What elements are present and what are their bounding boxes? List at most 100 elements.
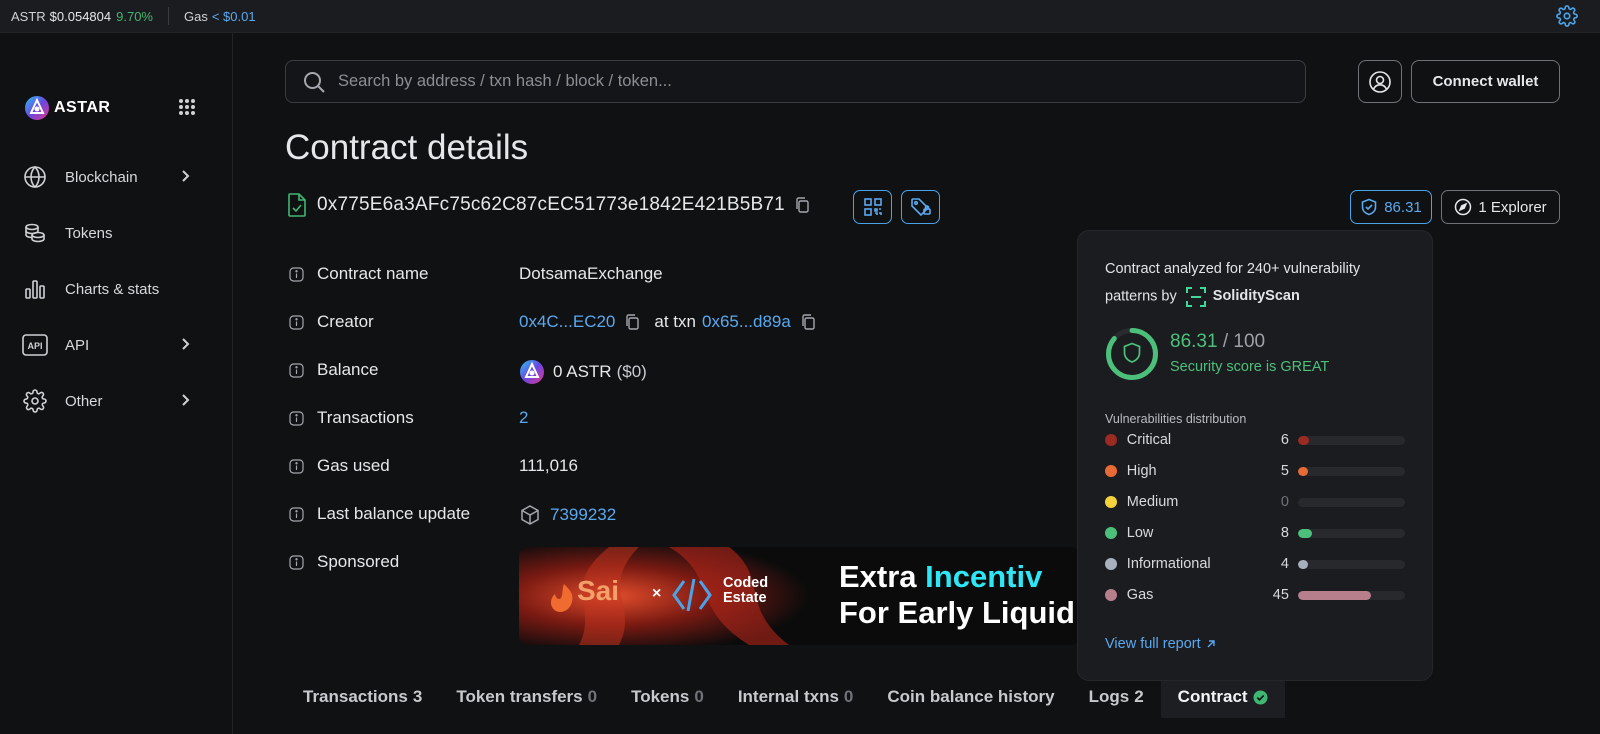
settings-gear-icon[interactable] bbox=[1556, 5, 1578, 27]
security-score-value: 86.31 bbox=[1384, 198, 1422, 216]
banner-brand-left: Sai bbox=[577, 575, 620, 606]
apps-grid-icon[interactable] bbox=[178, 98, 196, 116]
search-bar[interactable] bbox=[285, 60, 1306, 103]
balance-usd: ($0) bbox=[616, 362, 647, 381]
severity-dot bbox=[1105, 527, 1117, 539]
info-icon[interactable] bbox=[289, 266, 304, 282]
tab-tokens[interactable]: Tokens 0 bbox=[614, 676, 721, 718]
tab-contract[interactable]: Contract bbox=[1160, 676, 1285, 718]
sidebar-item-other[interactable]: Other bbox=[22, 381, 197, 421]
severity-bar bbox=[1297, 559, 1405, 569]
severity-bar bbox=[1297, 528, 1405, 538]
tab-count: 2 bbox=[1134, 687, 1144, 706]
info-icon[interactable] bbox=[289, 506, 304, 522]
banner-headline: Extra Incentiv For Early Liquid bbox=[839, 559, 1075, 631]
search-input[interactable] bbox=[338, 72, 1238, 91]
vulnerabilities-title: Vulnerabilities distribution bbox=[1105, 412, 1247, 426]
severity-bar-fill bbox=[1297, 528, 1313, 538]
info-icon[interactable] bbox=[289, 554, 304, 570]
verified-check-icon bbox=[1253, 690, 1268, 704]
price-change: 9.70% bbox=[116, 8, 153, 24]
brand-name: ASTAR bbox=[54, 99, 111, 116]
block-cube-icon bbox=[521, 505, 539, 525]
copy-icon[interactable] bbox=[624, 314, 640, 330]
qr-code-icon bbox=[863, 198, 882, 216]
brand-logo[interactable]: ASTAR bbox=[24, 95, 110, 121]
popup-intro-line2: patterns by bbox=[1105, 288, 1177, 305]
connect-wallet-button[interactable]: Connect wallet bbox=[1411, 60, 1560, 103]
tab-label: Internal txns bbox=[737, 687, 839, 706]
tab-logs[interactable]: Logs 2 bbox=[1072, 676, 1161, 718]
severity-bar-fill bbox=[1297, 466, 1308, 476]
vulnerability-row: Medium 0 bbox=[1105, 492, 1405, 512]
severity-name: Medium bbox=[1126, 494, 1179, 510]
gas-value[interactable]: < $0.01 bbox=[212, 9, 256, 24]
score-ring bbox=[1106, 328, 1158, 380]
detail-row-creator: Creator bbox=[289, 312, 519, 332]
severity-name: Informational bbox=[1126, 556, 1211, 572]
block-number-link[interactable]: 7399232 bbox=[550, 505, 616, 525]
tab-count: 3 bbox=[412, 687, 423, 706]
last-balance-value: 7399232 bbox=[519, 504, 616, 526]
detail-row-gas-used: Gas used bbox=[289, 456, 519, 476]
severity-count: 45 bbox=[1272, 587, 1289, 603]
detail-row-sponsored: Sponsored bbox=[289, 552, 519, 572]
sponsored-banner[interactable]: Sai × Coded Estate Extra Incentiv For Ea… bbox=[519, 547, 1079, 645]
info-icon[interactable] bbox=[289, 314, 304, 330]
severity-count: 0 bbox=[1280, 494, 1289, 510]
chevron-right-icon bbox=[182, 394, 190, 406]
qr-code-button[interactable] bbox=[853, 190, 892, 224]
severity-name: High bbox=[1126, 463, 1157, 479]
private-tag-button[interactable] bbox=[901, 190, 940, 224]
severity-name: Gas bbox=[1126, 587, 1154, 603]
gas-used-value: 111,016 bbox=[519, 456, 578, 475]
tab-coin-balance-history[interactable]: Coin balance history bbox=[870, 676, 1071, 718]
sidebar-item-charts-stats[interactable]: Charts & stats bbox=[22, 269, 197, 309]
profile-button[interactable] bbox=[1358, 60, 1402, 103]
explorer-button[interactable]: 1 Explorer bbox=[1441, 190, 1560, 224]
score-rating-text: Security score is GREAT bbox=[1170, 359, 1330, 375]
copy-icon[interactable] bbox=[800, 314, 816, 330]
tab-token-transfers[interactable]: Token transfers 0 bbox=[439, 676, 614, 718]
tab-label: Transactions bbox=[303, 687, 408, 706]
sidebar-item-label: Tokens bbox=[65, 224, 113, 242]
info-icon[interactable] bbox=[289, 410, 304, 426]
severity-bar bbox=[1297, 435, 1405, 445]
detail-row-contract-name: Contract name bbox=[289, 264, 519, 284]
tab-label: Token transfers bbox=[456, 687, 583, 706]
sidebar-item-blockchain[interactable]: Blockchain bbox=[22, 157, 197, 197]
sidebar-item-label: Blockchain bbox=[65, 168, 138, 186]
info-icon[interactable] bbox=[289, 362, 304, 378]
vulnerability-row: High 5 bbox=[1105, 461, 1405, 481]
tab-count: 0 bbox=[587, 687, 598, 706]
detail-row-transactions: Transactions bbox=[289, 408, 519, 428]
creator-address-link[interactable]: 0x4C...EC20 bbox=[519, 312, 615, 332]
severity-bar bbox=[1297, 497, 1405, 507]
page-title: Contract details bbox=[285, 128, 529, 167]
severity-name: Low bbox=[1126, 525, 1154, 541]
sidebar-item-tokens[interactable]: Tokens bbox=[22, 213, 197, 253]
security-score-button[interactable]: 86.31 bbox=[1350, 190, 1432, 224]
info-icon[interactable] bbox=[289, 458, 304, 474]
sidebar-item-api[interactable]: API API bbox=[22, 325, 197, 365]
tab-transactions[interactable]: Transactions 3 bbox=[286, 676, 439, 718]
detail-label: Gas used bbox=[317, 456, 390, 475]
compass-icon bbox=[1455, 198, 1472, 216]
severity-dot bbox=[1105, 465, 1117, 477]
creator-txn-link[interactable]: 0x65...d89a bbox=[702, 312, 791, 332]
severity-bar-fill bbox=[1297, 590, 1371, 600]
token-price: $0.054804 bbox=[49, 8, 112, 24]
user-icon bbox=[1369, 70, 1391, 93]
banner-brand-right-line2: Estate bbox=[723, 590, 767, 606]
score-ring-arc bbox=[1106, 328, 1158, 380]
svg-text:API: API bbox=[27, 341, 42, 351]
severity-dot bbox=[1105, 434, 1117, 446]
solidityscan-brand: SolidityScan bbox=[1185, 283, 1300, 310]
shield-check-icon bbox=[1361, 198, 1377, 216]
severity-count: 6 bbox=[1280, 432, 1289, 448]
tab-internal-txns[interactable]: Internal txns 0 bbox=[721, 676, 871, 718]
view-full-report-link[interactable]: View full report bbox=[1105, 636, 1217, 652]
copy-icon[interactable] bbox=[794, 197, 810, 213]
transactions-count-link[interactable]: 2 bbox=[519, 408, 528, 428]
verified-contract-icon bbox=[288, 193, 306, 217]
